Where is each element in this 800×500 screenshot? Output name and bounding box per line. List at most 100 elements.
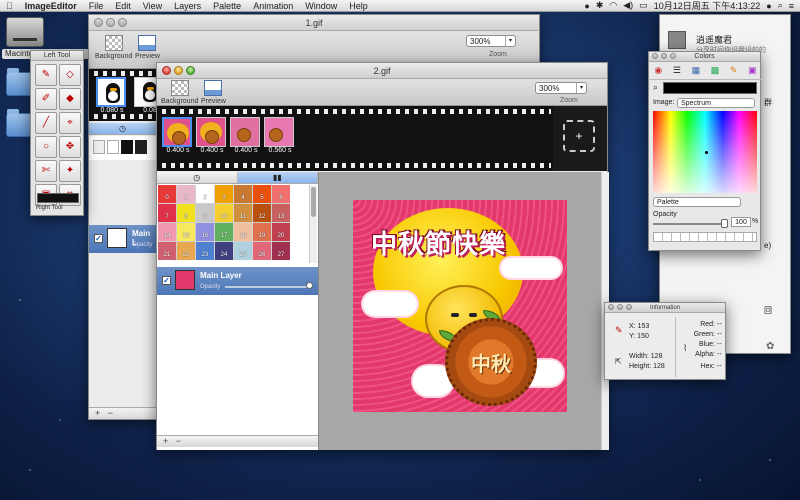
palette-swatch[interactable]: 15 xyxy=(177,223,195,241)
chat-group-label[interactable]: e) xyxy=(764,241,771,250)
palette-swatch[interactable]: 21 xyxy=(158,242,176,260)
color-palettes-icon[interactable]: ▦ xyxy=(692,65,701,76)
preview-button[interactable]: Preview xyxy=(201,80,226,105)
eyedropper-icon[interactable]: ⌖ xyxy=(59,112,81,134)
palette-swatch[interactable]: 25 xyxy=(234,242,252,260)
minimize-button[interactable] xyxy=(106,18,115,27)
layer-row[interactable]: ✓ Main L Opacity xyxy=(89,225,157,253)
add-frame-button[interactable]: + xyxy=(563,120,595,152)
palette-swatch[interactable]: 0 xyxy=(158,185,176,203)
frame-thumbnail[interactable]: 0.400 s xyxy=(196,117,228,154)
layer-visibility-checkbox[interactable]: ✓ xyxy=(162,276,171,285)
close-button[interactable] xyxy=(162,66,171,75)
battery-icon[interactable]: ▭ xyxy=(639,0,648,11)
image-palettes-icon[interactable]: ▩ xyxy=(711,65,720,76)
palette-swatch[interactable]: 1 xyxy=(177,185,195,203)
spectrum-icon[interactable]: ▣ xyxy=(748,65,757,76)
palette-swatch[interactable]: 20 xyxy=(272,223,290,241)
palette-swatch[interactable]: 11 xyxy=(234,204,252,222)
layer-row[interactable]: ✓ Main Layer Opacity xyxy=(157,267,318,295)
palette-scrollbar[interactable] xyxy=(309,185,317,263)
info-titlebar[interactable]: Information xyxy=(605,303,725,313)
frame-thumbnail[interactable]: 0.400 s xyxy=(230,117,262,154)
palette-swatch[interactable]: 7 xyxy=(158,204,176,222)
line-icon[interactable]: ╱ xyxy=(35,112,57,134)
hard-drive-icon[interactable] xyxy=(6,17,44,47)
tab-timing[interactable]: ◷ xyxy=(157,172,238,183)
clock[interactable]: 10月12日周五 下午4:13:22 xyxy=(654,0,761,12)
zoom-select[interactable]: 300% ▾ xyxy=(535,82,587,94)
magic-wand-icon[interactable]: ✦ xyxy=(59,160,81,182)
palette-swatch[interactable]: 8 xyxy=(177,204,195,222)
menu-animation[interactable]: Animation xyxy=(247,1,299,11)
spotlight-icon[interactable]: ⌕ xyxy=(778,0,783,11)
opacity-input[interactable]: 100 xyxy=(731,217,751,227)
chat-misc-label[interactable]: 回 xyxy=(764,305,772,316)
palette-swatch[interactable]: 22 xyxy=(177,242,195,260)
opacity-slider[interactable] xyxy=(653,223,727,225)
artwork-canvas[interactable]: 中秋節快樂 中秋 xyxy=(353,200,567,412)
image-mode-select[interactable]: Spectrum xyxy=(677,98,755,108)
menu-help[interactable]: Help xyxy=(343,1,374,11)
color-wheel-icon[interactable]: ◉ xyxy=(654,65,662,76)
avatar[interactable] xyxy=(668,31,686,49)
chat-group-label[interactable]: 群 xyxy=(764,97,772,108)
bucket-icon[interactable]: ◆ xyxy=(59,88,81,110)
close-button[interactable] xyxy=(94,18,103,27)
palette-swatch[interactable]: 26 xyxy=(253,242,271,260)
opacity-slider-knob[interactable] xyxy=(721,219,728,228)
pencil-icon[interactable]: ✎ xyxy=(35,64,57,86)
zoom-select[interactable]: 300% ▾ xyxy=(466,35,516,47)
palette-swatch[interactable]: 24 xyxy=(215,242,233,260)
canvas-area[interactable]: 中秋節快樂 中秋 xyxy=(319,172,609,450)
palette-swatch[interactable]: 12 xyxy=(253,204,271,222)
background-button[interactable]: Background xyxy=(95,35,132,60)
background-button[interactable]: Background xyxy=(161,80,198,105)
settings-gear-icon[interactable]: ✿ xyxy=(766,341,774,352)
minimize-button[interactable] xyxy=(174,66,183,75)
menu-file[interactable]: File xyxy=(83,1,110,11)
tab-timing[interactable]: ◷ xyxy=(89,123,157,134)
palette-swatch[interactable]: 10 xyxy=(215,204,233,222)
app-menu[interactable]: ImageEditor xyxy=(19,1,83,11)
menu-view[interactable]: View xyxy=(137,1,168,11)
saved-swatches[interactable] xyxy=(653,232,757,242)
palette-swatch[interactable]: 14 xyxy=(158,223,176,241)
remove-layer-button[interactable]: − xyxy=(108,408,113,418)
palette-swatch[interactable]: 17 xyxy=(215,223,233,241)
volume-icon[interactable]: ◀) xyxy=(623,0,633,11)
menu-list-icon[interactable]: ≡ xyxy=(789,1,794,11)
menu-window[interactable]: Window xyxy=(299,1,343,11)
wifi-icon[interactable]: ◠ xyxy=(609,0,617,11)
apple-menu-icon[interactable]:  xyxy=(0,1,19,11)
magnifier-icon[interactable]: ⌕ xyxy=(653,82,658,93)
layer-opacity-knob[interactable] xyxy=(306,282,313,289)
frame-thumbnail[interactable]: 0.400 s xyxy=(162,117,194,154)
palette-swatch[interactable]: 23 xyxy=(196,242,214,260)
palette-swatch[interactable]: 3 xyxy=(215,185,233,203)
move-icon[interactable]: ✥ xyxy=(59,136,81,158)
eraser-icon[interactable]: ◇ xyxy=(59,64,81,86)
frame-thumbnail[interactable]: 0.560 s xyxy=(264,117,296,154)
window-titlebar[interactable]: 2.gif xyxy=(157,63,607,79)
user-icon[interactable]: ● xyxy=(766,1,771,11)
color-spectrum[interactable] xyxy=(653,111,757,193)
palette-swatch[interactable]: 9 xyxy=(196,204,214,222)
left-color-swatch[interactable] xyxy=(37,193,79,203)
palette-swatch[interactable]: 16 xyxy=(196,223,214,241)
add-layer-button[interactable]: + xyxy=(95,408,100,418)
window-titlebar[interactable]: 1.gif xyxy=(89,15,539,31)
menu-layers[interactable]: Layers xyxy=(168,1,207,11)
palette-swatch[interactable]: 6 xyxy=(272,185,290,203)
preview-button[interactable]: Preview xyxy=(135,35,160,60)
palette-swatch[interactable]: 18 xyxy=(234,223,252,241)
palette-swatch[interactable]: 2 xyxy=(196,185,214,203)
menu-edit[interactable]: Edit xyxy=(109,1,137,11)
add-layer-button[interactable]: + xyxy=(163,436,168,446)
qq-status-icon[interactable]: ● xyxy=(584,1,589,11)
palette-swatch[interactable]: 19 xyxy=(253,223,271,241)
layer-opacity-slider[interactable] xyxy=(225,286,310,288)
palette-swatch[interactable]: 4 xyxy=(234,185,252,203)
tool-panel-titlebar[interactable]: Left Tool xyxy=(31,51,83,61)
bluetooth-icon[interactable]: ✱ xyxy=(596,0,604,11)
